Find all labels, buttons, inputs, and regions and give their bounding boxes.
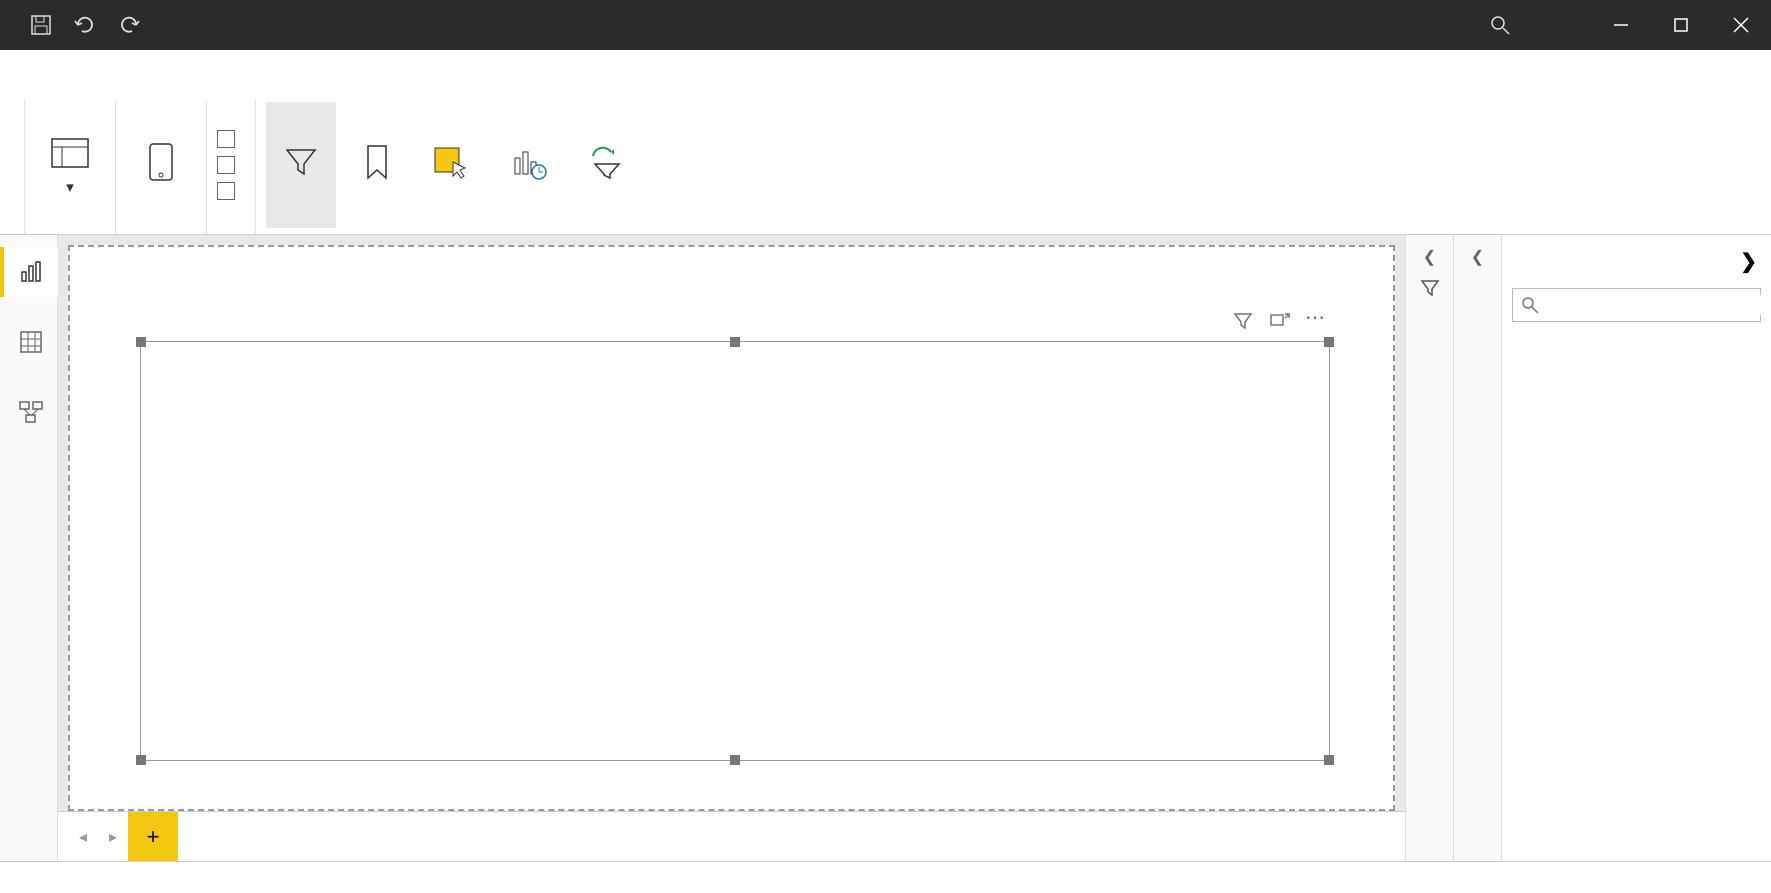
resize-handle[interactable]: [136, 755, 146, 765]
view-rail: [0, 235, 58, 861]
fields-pane: ❯: [1501, 235, 1771, 861]
chevron-down-icon: ▾: [66, 179, 74, 196]
resize-handle[interactable]: [136, 337, 146, 347]
model-view-button[interactable]: [0, 387, 58, 437]
bookmarks-pane-button[interactable]: [342, 102, 412, 228]
resize-handle[interactable]: [1324, 755, 1334, 765]
search-icon[interactable]: [1489, 14, 1511, 36]
visual-more-icon[interactable]: ⋯: [1305, 312, 1325, 335]
page-prev-button[interactable]: ◂: [68, 827, 98, 847]
chevron-left-icon[interactable]: ❮: [1471, 247, 1484, 267]
page-tabs: ◂ ▸ +: [58, 811, 1405, 861]
sync-slicers-button[interactable]: [570, 102, 640, 228]
lock-checkbox[interactable]: [217, 182, 245, 200]
fields-tree: [1502, 332, 1771, 861]
pageopt-group-label: [217, 228, 245, 232]
filters-pane-button[interactable]: [266, 102, 336, 228]
fields-search[interactable]: [1512, 288, 1761, 322]
redo-icon[interactable]: [118, 14, 140, 36]
resize-handle[interactable]: [730, 337, 740, 347]
filter-icon: [1420, 279, 1440, 302]
page-next-button[interactable]: ▸: [98, 827, 128, 847]
canvas-wrap: ⋯ ◂ ▸ +: [58, 235, 1405, 861]
resize-handle[interactable]: [730, 755, 740, 765]
scale-group-label: [35, 228, 105, 232]
mobile-group-label: [126, 228, 196, 232]
snap-checkbox[interactable]: [217, 156, 245, 174]
data-view-button[interactable]: [0, 317, 58, 367]
panes-group-label: [266, 228, 640, 232]
search-icon: [1521, 296, 1539, 314]
main-area: ⋯ ◂ ▸ + ❮ ❮: [0, 235, 1771, 861]
save-icon[interactable]: [30, 14, 52, 36]
maximize-button[interactable]: [1651, 0, 1711, 50]
gridlines-checkbox[interactable]: [217, 130, 245, 148]
filters-pane-collapsed[interactable]: ❮: [1405, 235, 1453, 861]
minimize-button[interactable]: [1591, 0, 1651, 50]
page-view-label: ▾: [66, 179, 74, 197]
resize-handle[interactable]: [1324, 337, 1334, 347]
visual-focus-icon[interactable]: [1269, 312, 1289, 335]
fields-search-input[interactable]: [1547, 295, 1768, 315]
title-bar: [0, 0, 1771, 50]
report-view-button[interactable]: [0, 247, 58, 297]
add-page-button[interactable]: +: [128, 812, 178, 862]
visualizations-pane-collapsed[interactable]: ❮: [1453, 235, 1501, 861]
selection-pane-button[interactable]: [418, 102, 488, 228]
undo-icon[interactable]: [74, 14, 96, 36]
report-canvas[interactable]: ⋯: [68, 245, 1395, 811]
chart-area: [151, 366, 1319, 750]
mobile-layout-button[interactable]: [126, 102, 196, 228]
chevron-left-icon[interactable]: ❮: [1423, 247, 1436, 267]
menu-bar: [0, 50, 1771, 100]
status-bar: [0, 861, 1771, 893]
line-chart-visual[interactable]: ⋯: [140, 341, 1330, 761]
visual-filter-icon[interactable]: [1233, 312, 1253, 335]
performance-analyzer-button[interactable]: [494, 102, 564, 228]
chevron-right-icon[interactable]: ❯: [1740, 249, 1757, 274]
page-view-button[interactable]: ▾: [35, 102, 105, 228]
ribbon: ▾: [0, 100, 1771, 235]
close-button[interactable]: [1711, 0, 1771, 50]
